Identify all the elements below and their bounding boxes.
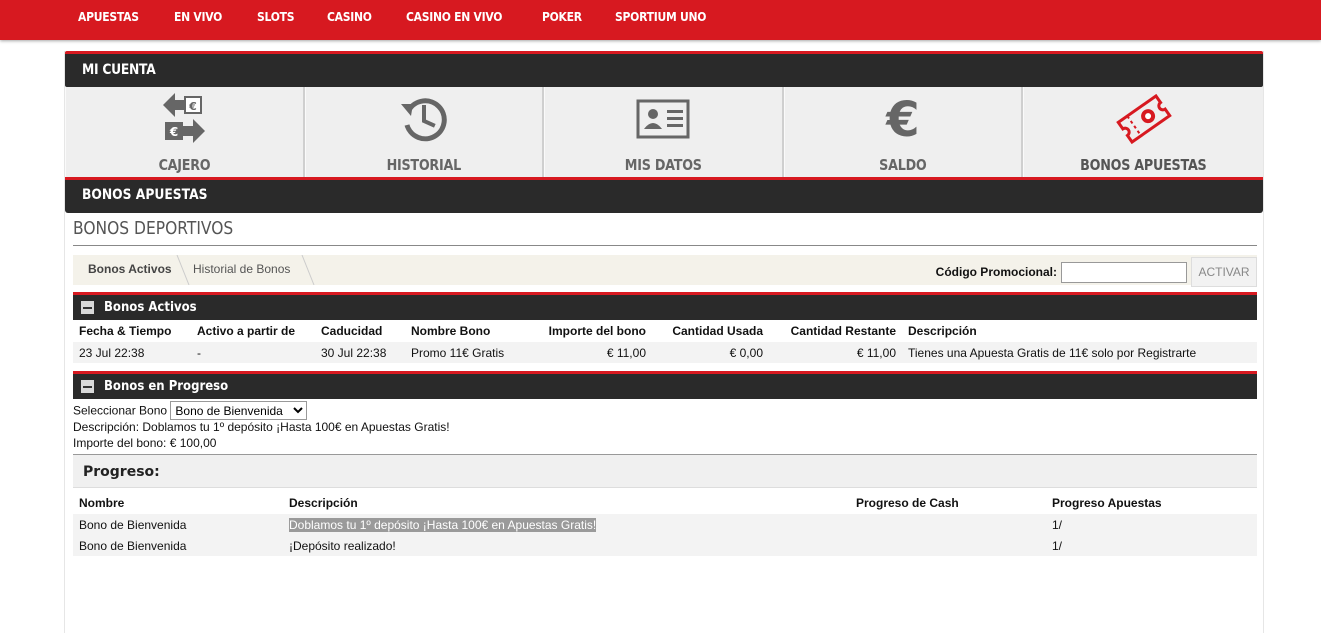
col-header: Descripción — [908, 324, 977, 338]
select-bonus-label: Seleccionar Bono — [73, 403, 168, 418]
table-cell — [850, 514, 1046, 535]
page-title: BONOS DEPORTIVOS — [73, 213, 1257, 246]
table-cell: Bono de Bienvenida — [73, 514, 283, 535]
tile-bonos-apuestas[interactable]: BONOS APUESTAS — [1023, 87, 1263, 177]
active-bonuses-table: Fecha & Tiempo Activo a partir de Caduci… — [73, 320, 1257, 363]
table-row: Bono de Bienvenida ¡Depósito realizado! … — [73, 535, 1257, 556]
account-tiles: € € CAJERO HISTORIAL MIS DATOS € SALDO B… — [65, 87, 1263, 177]
tile-label: MIS DATOS — [625, 156, 702, 174]
table-cell: € 11,00 — [769, 342, 902, 363]
bonus-description: Descripción: Doblamos tu 1º depósito ¡Ha… — [73, 420, 450, 434]
tile-label: BONOS APUESTAS — [1080, 156, 1207, 174]
table-header-row: Fecha & Tiempo Activo a partir de Caduci… — [73, 320, 1257, 342]
section-header-title: BONOS APUESTAS — [82, 187, 208, 203]
table-cell: ¡Depósito realizado! — [283, 535, 850, 556]
bonus-select[interactable]: Bono de Bienvenida — [170, 401, 308, 420]
tab-historial-bonos[interactable]: Historial de Bonos — [193, 255, 290, 285]
account-header: MI CUENTA — [65, 51, 1263, 87]
section-header: BONOS APUESTAS — [65, 177, 1263, 213]
nav-poker[interactable]: POKER — [542, 10, 582, 24]
table-cell: 1/ — [1046, 535, 1257, 556]
col-header: Fecha & Tiempo — [79, 324, 172, 338]
col-header: Cantidad Restante — [790, 324, 896, 338]
tile-historial[interactable]: HISTORIAL — [304, 87, 545, 177]
col-header: Cantidad Usada — [672, 324, 763, 338]
col-header: Nombre — [79, 496, 125, 510]
table-cell: Tienes una Apuesta Gratis de 11€ solo po… — [902, 342, 1257, 363]
bet-ticket-icon — [1113, 91, 1175, 147]
progress-bonuses-header: Bonos en Progreso — [73, 371, 1257, 399]
nav-en-vivo[interactable]: EN VIVO — [174, 10, 222, 24]
nav-casino-en-vivo[interactable]: CASINO EN VIVO — [406, 10, 502, 24]
progress-bonuses-title: Bonos en Progreso — [104, 378, 229, 394]
col-header: Importe del bono — [548, 324, 646, 338]
table-cell: 1/ — [1046, 514, 1257, 535]
table-cell: 30 Jul 22:38 — [315, 342, 405, 363]
tile-saldo[interactable]: € SALDO — [783, 87, 1024, 177]
table-cell: Doblamos tu 1º depósito ¡Hasta 100€ en A… — [283, 514, 850, 535]
col-header: Caducidad — [321, 324, 383, 338]
id-card-icon — [632, 91, 694, 147]
table-row: 23 Jul 22:38 - 30 Jul 22:38 Promo 11€ Gr… — [73, 342, 1257, 363]
svg-text:€: € — [169, 125, 178, 139]
collapse-icon[interactable] — [81, 380, 94, 393]
table-cell — [850, 535, 1046, 556]
cashier-exchange-icon: € € — [153, 91, 215, 147]
table-cell: Promo 11€ Gratis — [405, 342, 535, 363]
progress-table: Nombre Descripción Progreso de Cash Prog… — [73, 492, 1257, 556]
progress-heading: Progreso: — [73, 454, 1257, 488]
tile-label: CAJERO — [158, 156, 211, 174]
nav-apuestas[interactable]: APUESTAS — [78, 10, 139, 24]
highlighted-text: Doblamos tu 1º depósito ¡Hasta 100€ en A… — [289, 517, 597, 532]
top-navigation: APUESTAS EN VIVO SLOTS CASINO CASINO EN … — [0, 0, 1321, 40]
promo-code-form: Código Promocional: ACTIVAR — [936, 257, 1257, 287]
euro-icon: € — [872, 91, 934, 147]
table-row: Bono de Bienvenida Doblamos tu 1º depósi… — [73, 514, 1257, 535]
nav-slots[interactable]: SLOTS — [257, 10, 295, 24]
promo-code-input[interactable] — [1061, 261, 1187, 283]
tab-divider — [301, 255, 315, 285]
svg-text:€: € — [188, 100, 197, 113]
bonus-amount: Importe del bono: € 100,00 — [73, 435, 217, 450]
table-cell: € 0,00 — [652, 342, 769, 363]
history-clock-icon — [393, 91, 455, 147]
tile-label: HISTORIAL — [386, 156, 462, 174]
table-cell: 23 Jul 22:38 — [73, 342, 191, 363]
col-header: Progreso Apuestas — [1052, 496, 1162, 510]
active-bonuses-title: Bonos Activos — [104, 299, 197, 315]
tile-label: SALDO — [879, 156, 927, 174]
table-cell: € 11,00 — [535, 342, 652, 363]
tab-divider — [176, 255, 190, 285]
promo-code-label: Código Promocional: — [935, 265, 1057, 279]
tile-cajero[interactable]: € € CAJERO — [65, 87, 305, 177]
account-title: MI CUENTA — [82, 62, 156, 78]
table-cell: Bono de Bienvenida — [73, 535, 283, 556]
progress-info: Seleccionar Bono Bono de Bienvenida Desc… — [73, 401, 1257, 451]
tab-bonos-activos[interactable]: Bonos Activos — [88, 255, 172, 285]
col-header: Progreso de Cash — [856, 496, 959, 510]
col-header: Descripción — [289, 496, 358, 510]
table-cell: - — [191, 342, 315, 363]
nav-casino[interactable]: CASINO — [327, 10, 372, 24]
tile-mis-datos[interactable]: MIS DATOS — [544, 87, 784, 177]
active-bonuses-header: Bonos Activos — [73, 292, 1257, 320]
collapse-icon[interactable] — [81, 301, 94, 314]
col-header: Activo a partir de — [197, 324, 296, 338]
tabs-bar: Bonos Activos Historial de Bonos Código … — [73, 255, 1257, 287]
table-header-row: Nombre Descripción Progreso de Cash Prog… — [73, 492, 1257, 514]
activate-button[interactable]: ACTIVAR — [1191, 257, 1257, 287]
nav-sportium-uno[interactable]: SPORTIUM UNO — [615, 10, 706, 24]
bonos-content: BONOS DEPORTIVOS Bonos Activos Historial… — [73, 213, 1257, 556]
account-panel: MI CUENTA € € CAJERO HISTORIAL MIS DATOS… — [64, 51, 1264, 633]
col-header: Nombre Bono — [411, 324, 491, 338]
svg-text:€: € — [885, 94, 919, 144]
